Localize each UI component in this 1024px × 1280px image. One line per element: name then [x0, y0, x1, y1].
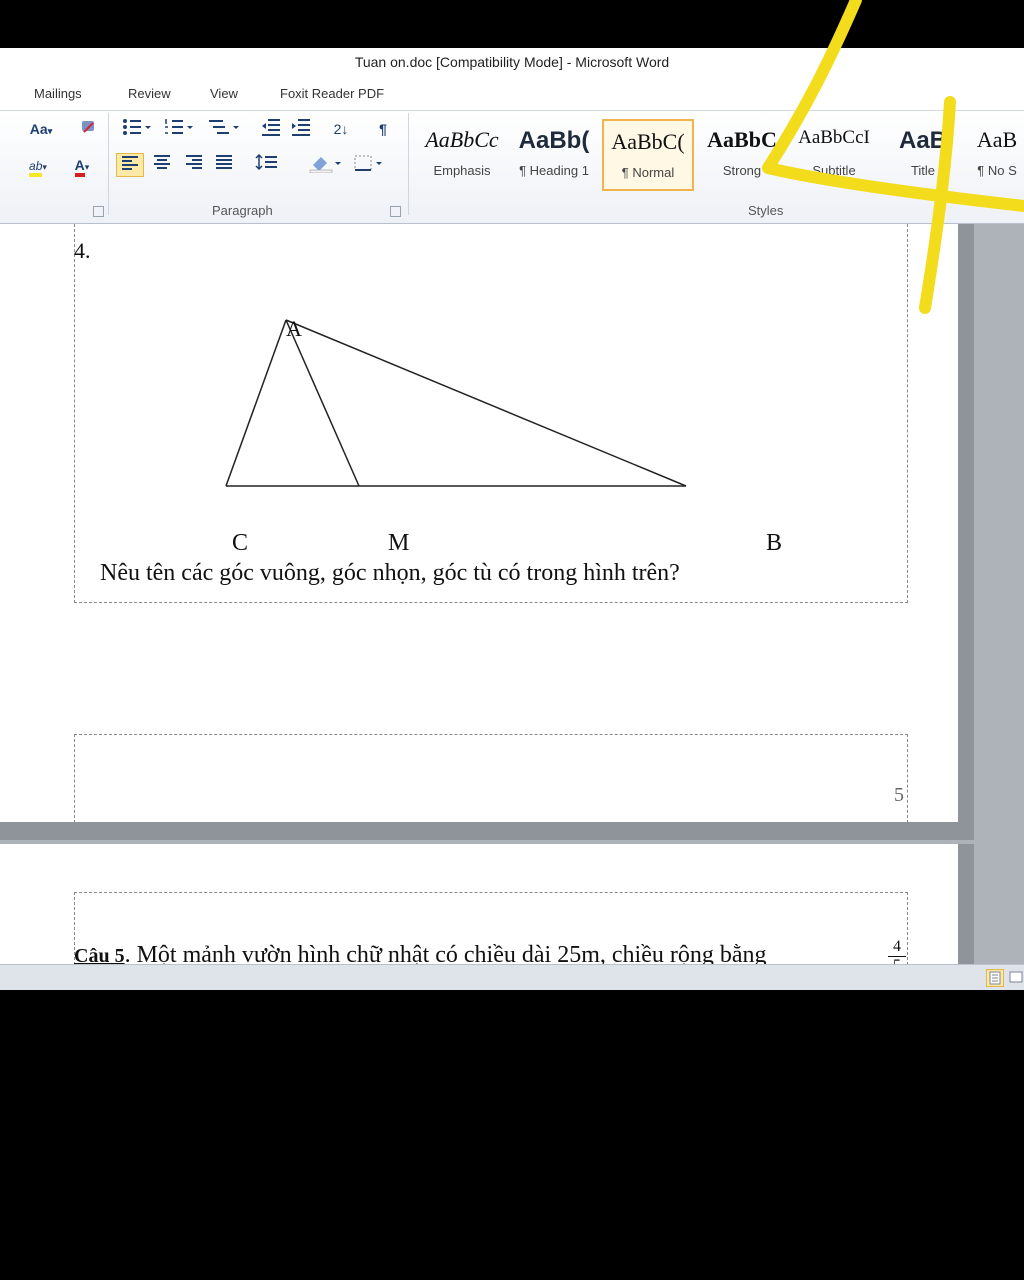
- handwritten-4-annotation: [762, 0, 1024, 314]
